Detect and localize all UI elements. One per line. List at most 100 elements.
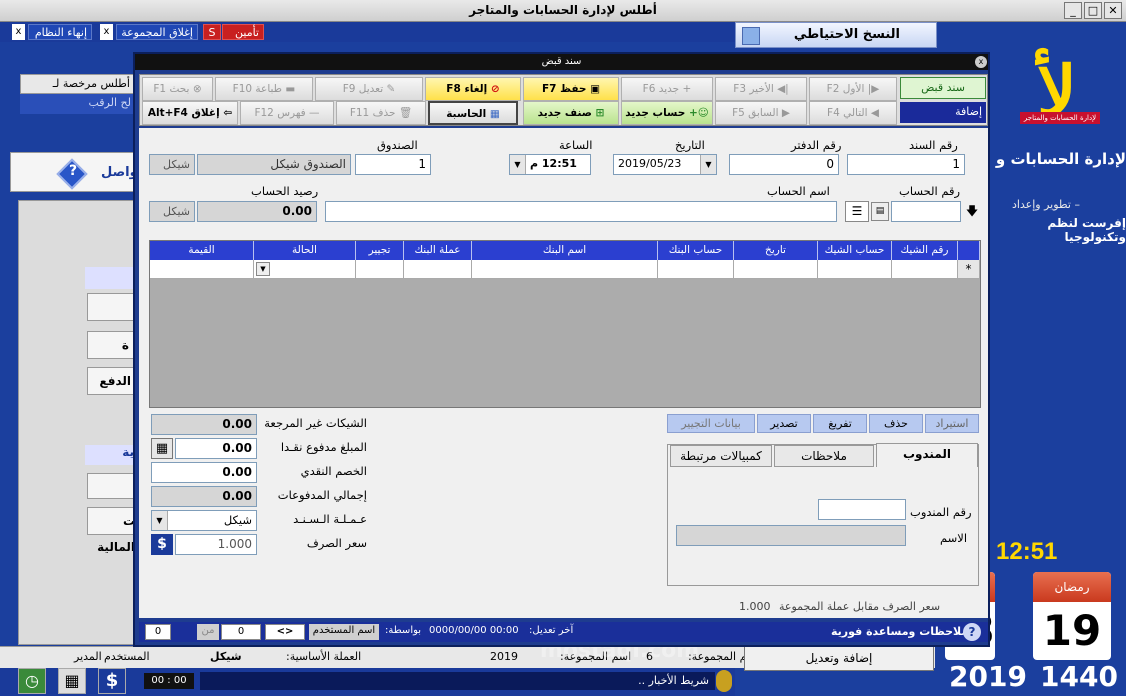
logo-dev-line: – تطوير وإعداد [1011, 198, 1080, 211]
calculator-icon[interactable]: ▦ [58, 668, 86, 694]
book-no-input[interactable]: 0 [729, 154, 839, 175]
box-name-field: الصندوق شيكل [197, 154, 351, 175]
hijri-calendar: رمضان 19 [1033, 572, 1111, 660]
insurance-button[interactable]: تأمين [222, 24, 264, 40]
box-currency-field: شيكل [149, 154, 195, 175]
currency-select[interactable]: ▼ شيكل [151, 510, 257, 531]
calculator-icon[interactable]: ▦ [151, 438, 173, 459]
tab-agent[interactable]: المندوب [876, 443, 978, 467]
side-button-3[interactable] [87, 473, 136, 499]
new-button[interactable]: F6 جديد + [621, 77, 713, 101]
endorse-data-button[interactable]: بيانات التجيير [667, 414, 755, 433]
tab-notes[interactable]: ملاحظات [774, 445, 874, 467]
voucher-no-input[interactable]: 1 [847, 154, 965, 175]
cancel-button[interactable]: F8 إلغاء ⊘ [425, 77, 521, 101]
first-record-icon: |▶ [867, 83, 880, 95]
financial-button[interactable]: ت المالية [87, 507, 136, 554]
prev-button[interactable]: F5 السابق ▶ [715, 101, 807, 125]
close-app-button[interactable]: ✕ [1104, 2, 1122, 19]
clock-icon[interactable]: ◷ [18, 668, 46, 694]
rate-input[interactable]: 1.000 [175, 534, 257, 555]
calculator-button[interactable]: الحاسبة ▦ [428, 101, 518, 125]
cash-paid-input[interactable]: 0.00 [175, 438, 257, 459]
new-account-button[interactable]: حساب جديد +☺ [621, 101, 713, 125]
close-group-x-icon[interactable]: x [100, 24, 113, 40]
agent-name-label: الاسم [940, 531, 968, 545]
tab-linked-bills[interactable]: كمبيالات مرتبطة [670, 445, 772, 467]
side-button-2[interactable]: ة [87, 331, 136, 359]
edit-button[interactable]: F9 تعديل ✎ [315, 77, 423, 101]
backup-header[interactable]: النسخ الاحتياطي [735, 22, 937, 48]
add-edit-button[interactable]: إضافة وتعديل [744, 645, 934, 671]
grid-delete-button[interactable]: حذف [869, 414, 923, 433]
logo-badge: لإدارة الحسابات والمتاجر [1020, 112, 1100, 124]
new-row-marker: * [958, 260, 980, 279]
box-label: الصندوق [377, 138, 418, 152]
panel-strip [85, 267, 136, 289]
maximize-button[interactable]: □ [1084, 2, 1102, 19]
close-button[interactable]: Alt+F4 إغلاق ⇦ [142, 101, 238, 125]
time-picker[interactable]: ▼ 12:51 م [509, 154, 591, 175]
export-button[interactable]: تصدير [757, 414, 811, 433]
import-button[interactable]: استيراد [925, 414, 979, 433]
payment-button[interactable]: الدفع [87, 367, 136, 395]
side-button-1[interactable] [87, 293, 136, 321]
save-button[interactable]: F7 حفظ ▣ [523, 77, 619, 101]
date-picker[interactable]: 2019/05/23 ▼ [613, 154, 717, 175]
print-button[interactable]: F10 طباعة ▬ [215, 77, 313, 101]
mode-badge: إضافة [900, 102, 986, 123]
cell-date[interactable] [734, 260, 818, 279]
agent-no-label: رقم المندوب [910, 505, 972, 519]
licensed-label: أطلس مرخصة لـ [20, 74, 135, 94]
delete-button[interactable]: F11 حذف 🗑 [336, 101, 426, 125]
chevron-down-icon[interactable]: ▼ [700, 155, 716, 174]
date-label: التاريخ [675, 138, 705, 152]
end-system-button[interactable]: إنهاء النظام [28, 24, 92, 40]
chevron-down-icon[interactable]: ▼ [256, 262, 270, 276]
down-arrow-icon[interactable]: 🡇 [963, 202, 981, 223]
chevron-down-icon[interactable]: ▼ [152, 511, 168, 530]
cell-bank-name[interactable] [472, 260, 658, 279]
account-lookup-icon[interactable]: ▤ [871, 202, 889, 221]
index-button[interactable]: F12 فهرس — [240, 101, 334, 125]
dialog-close-icon[interactable]: x [975, 56, 987, 68]
record-nav[interactable]: <> [265, 624, 305, 640]
cell-value[interactable] [150, 260, 254, 279]
currency-icon[interactable]: $ [98, 668, 126, 694]
cell-endorse[interactable] [356, 260, 404, 279]
last-edit-value: 0000/00/00 00:00 [429, 625, 519, 636]
last-edit-label: آخر تعديل: [529, 625, 574, 636]
cell-check-account[interactable] [818, 260, 892, 279]
new-item-button[interactable]: صنف جديد ⊞ [523, 101, 619, 125]
account-no-input[interactable] [891, 201, 961, 222]
cash-discount-input[interactable]: 0.00 [151, 462, 257, 483]
help-icon[interactable]: ? [963, 623, 981, 641]
chevron-down-icon[interactable]: ▼ [510, 155, 526, 174]
cell-check-no[interactable] [892, 260, 958, 279]
close-group-button[interactable]: إغلاق المجموعة [116, 24, 198, 40]
first-button[interactable]: F2 الأول |▶ [809, 77, 897, 101]
cell-status[interactable]: ▼ [254, 260, 356, 279]
col-row-header [958, 241, 980, 260]
cell-bank-currency[interactable] [404, 260, 472, 279]
search-button[interactable]: F1 بحث ⊗ [142, 77, 213, 101]
clear-button[interactable]: تفريغ [813, 414, 867, 433]
date-value: 2019/05/23 [618, 157, 682, 170]
list-menu-icon[interactable]: ☰ [845, 201, 869, 222]
agent-no-input[interactable] [818, 499, 906, 520]
checks-grid: القيمة الحالة تجيير عملة البنك اسم البنك… [149, 240, 981, 408]
cell-bank-account[interactable] [658, 260, 734, 279]
tabs-panel: المندوب ملاحظات كمبيالات مرتبطة رقم المن… [667, 443, 979, 586]
end-system-x-icon[interactable]: x [12, 24, 25, 40]
printer-icon: ▬ [285, 83, 296, 95]
box-no-input[interactable]: 1 [355, 154, 431, 175]
bottom-info-bar: رقم المجموعة: 6 اسم المجموعة: 2019 العمل… [0, 645, 935, 671]
minimize-button[interactable]: _ [1064, 2, 1082, 19]
account-name-input[interactable] [325, 201, 837, 222]
last-button[interactable]: F3 الأخير ◀| [715, 77, 807, 101]
edit-icon: ✎ [386, 83, 396, 95]
dollar-icon[interactable]: $ [151, 534, 173, 555]
currency-label: عـمـلـة الـسـنـد [293, 512, 367, 526]
hijri-day: 19 [1042, 606, 1102, 655]
next-button[interactable]: F4 التالي ◀ [809, 101, 897, 125]
